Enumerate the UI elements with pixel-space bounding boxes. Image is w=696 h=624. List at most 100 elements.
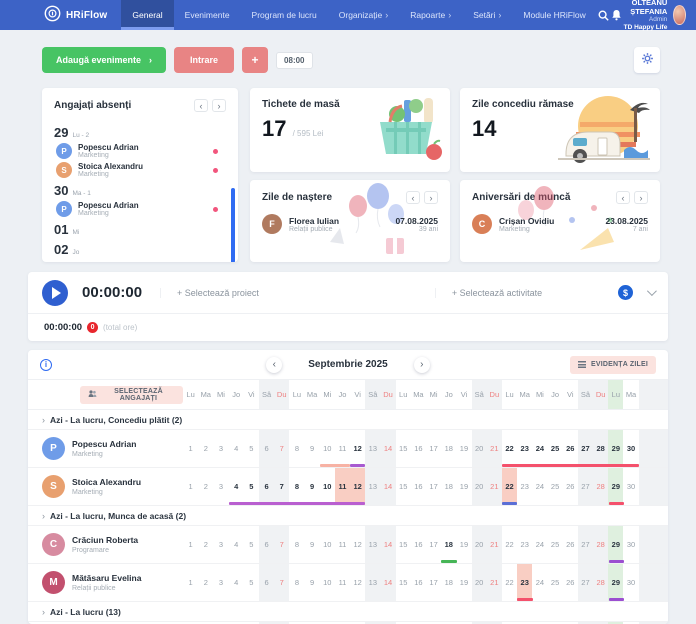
day-cell[interactable]: 26 [563, 526, 578, 563]
select-activity-button[interactable]: + Selectează activitate [435, 288, 542, 298]
day-cell[interactable]: 13 [365, 564, 380, 601]
day-cell[interactable]: 10 [320, 468, 335, 505]
day-cell[interactable]: 5 [244, 526, 259, 563]
day-cell[interactable]: 29 [608, 564, 623, 601]
day-cell[interactable]: 14 [380, 430, 395, 467]
add-entry-button[interactable]: + [242, 47, 268, 73]
day-cell[interactable]: 29 [608, 430, 623, 467]
select-employees-button[interactable]: SELECTEAZĂ ANGAJAȚI [80, 386, 183, 404]
info-icon[interactable]: i [40, 359, 52, 371]
day-cell[interactable]: 9 [305, 526, 320, 563]
scrollbar[interactable] [231, 188, 235, 262]
day-cell[interactable]: 25 [548, 430, 563, 467]
day-cell[interactable]: 22 [502, 526, 517, 563]
day-cell[interactable]: 21 [487, 430, 502, 467]
day-cell[interactable]: 3 [213, 468, 228, 505]
billable-icon[interactable]: $ [618, 285, 633, 300]
day-cell[interactable]: 23 [517, 468, 532, 505]
day-cell[interactable]: 1 [183, 468, 198, 505]
day-cell[interactable]: 16 [411, 468, 426, 505]
day-cell[interactable]: 2 [198, 564, 213, 601]
day-cell[interactable]: 18 [441, 430, 456, 467]
prev-button[interactable]: ‹ [194, 99, 208, 112]
prev-month-button[interactable]: ‹ [266, 357, 282, 373]
day-cell[interactable]: 25 [548, 468, 563, 505]
day-cell[interactable]: 13 [365, 430, 380, 467]
day-cell[interactable]: 17 [426, 468, 441, 505]
nav-item-organiza-ie[interactable]: Organizație› [328, 0, 399, 30]
day-cell[interactable]: 11 [335, 526, 350, 563]
nav-item-general[interactable]: General [121, 0, 173, 30]
day-cell[interactable]: 4 [229, 468, 244, 505]
group-header[interactable]: ›Azi - La lucru (13) [28, 602, 668, 622]
list-item[interactable]: SStoica AlexandruMarketing [56, 162, 226, 178]
employee-cell[interactable]: CCrăciun RobertaProgramare [28, 526, 183, 563]
day-cell[interactable]: 6 [259, 526, 274, 563]
day-cell[interactable]: 14 [380, 526, 395, 563]
day-cell[interactable]: 17 [426, 430, 441, 467]
day-cell[interactable]: 15 [396, 526, 411, 563]
day-cell[interactable]: 7 [274, 564, 289, 601]
settings-button[interactable] [634, 47, 660, 73]
employee-cell[interactable]: PPopescu AdrianMarketing [28, 430, 183, 467]
day-cell[interactable]: 7 [274, 468, 289, 505]
day-cell[interactable]: 1 [183, 564, 198, 601]
day-cell[interactable]: 17 [426, 526, 441, 563]
user-menu[interactable]: OLTEANU ȘTEFANIA Admin TD Happy Life [623, 0, 696, 33]
next-button[interactable]: › [634, 191, 648, 204]
day-cell[interactable]: 30 [623, 468, 638, 505]
day-report-button[interactable]: EVIDENȚA ZILEI [570, 356, 656, 374]
day-cell[interactable]: 24 [532, 564, 547, 601]
day-cell[interactable]: 26 [563, 430, 578, 467]
day-cell[interactable]: 27 [578, 468, 593, 505]
day-cell[interactable]: 20 [472, 564, 487, 601]
day-cell[interactable]: 4 [229, 430, 244, 467]
day-cell[interactable]: 19 [456, 468, 471, 505]
next-button[interactable]: › [424, 191, 438, 204]
day-cell[interactable]: 13 [365, 468, 380, 505]
day-cell[interactable]: 23 [517, 430, 532, 467]
day-cell[interactable]: 19 [456, 564, 471, 601]
day-cell[interactable]: 14 [380, 468, 395, 505]
day-cell[interactable]: 6 [259, 564, 274, 601]
day-cell[interactable]: 20 [472, 468, 487, 505]
day-cell[interactable]: 9 [305, 564, 320, 601]
nav-item-module-hriflow[interactable]: Module HRiFlow [512, 0, 596, 30]
day-cell[interactable]: 19 [456, 430, 471, 467]
chevron-down-icon[interactable] [647, 286, 657, 296]
day-cell[interactable]: 5 [244, 430, 259, 467]
day-cell[interactable]: 28 [593, 468, 608, 505]
day-cell[interactable]: 8 [289, 526, 304, 563]
day-cell[interactable]: 2 [198, 430, 213, 467]
day-cell[interactable]: 27 [578, 564, 593, 601]
nav-item-evenimente[interactable]: Evenimente [174, 0, 241, 30]
day-cell[interactable]: 11 [335, 468, 350, 505]
day-cell[interactable]: 7 [274, 526, 289, 563]
employee-cell[interactable]: MMătăsaru EvelinaRelații publice [28, 564, 183, 601]
day-cell[interactable]: 20 [472, 526, 487, 563]
day-cell[interactable]: 20 [472, 430, 487, 467]
bell-icon[interactable] [610, 0, 623, 30]
day-cell[interactable]: 18 [441, 564, 456, 601]
anniversary-entry[interactable]: C Crișan Ovidiu Marketing 23.08.2025 7 a… [460, 210, 660, 238]
clock-in-button[interactable]: Intrare [174, 47, 234, 73]
day-cell[interactable]: 5 [244, 468, 259, 505]
day-cell[interactable]: 28 [593, 564, 608, 601]
day-cell[interactable]: 5 [244, 564, 259, 601]
day-cell[interactable]: 22 [502, 430, 517, 467]
day-cell[interactable]: 15 [396, 430, 411, 467]
day-cell[interactable]: 7 [274, 430, 289, 467]
day-cell[interactable]: 21 [487, 468, 502, 505]
day-cell[interactable]: 4 [229, 526, 244, 563]
day-cell[interactable]: 27 [578, 430, 593, 467]
day-cell[interactable]: 30 [623, 564, 638, 601]
day-cell[interactable]: 21 [487, 526, 502, 563]
day-cell[interactable]: 15 [396, 564, 411, 601]
day-cell[interactable]: 12 [350, 468, 365, 505]
day-cell[interactable]: 28 [593, 430, 608, 467]
day-cell[interactable]: 21 [487, 564, 502, 601]
day-cell[interactable]: 25 [548, 526, 563, 563]
day-cell[interactable]: 10 [320, 564, 335, 601]
day-cell[interactable]: 29 [608, 468, 623, 505]
day-cell[interactable]: 25 [548, 564, 563, 601]
